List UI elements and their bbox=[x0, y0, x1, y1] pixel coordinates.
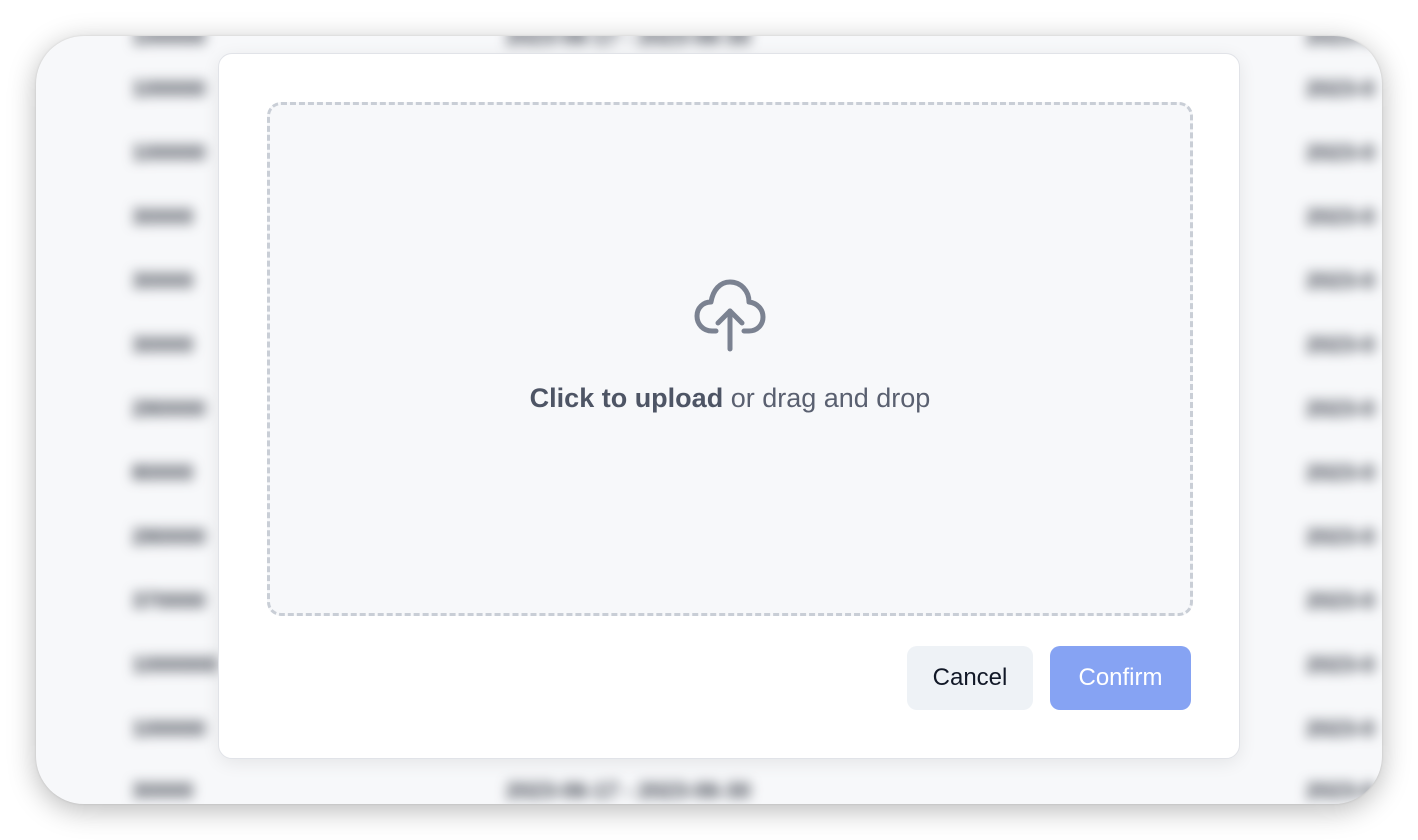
row-date: 2023-0 bbox=[1306, 204, 1375, 229]
row-date: 2023-0 bbox=[1306, 36, 1375, 49]
table-row: 30000 2023-06-17 - 2023-06-30 2023-0 bbox=[36, 778, 1382, 804]
row-date: 2023-0 bbox=[1306, 778, 1375, 803]
click-to-upload-link[interactable]: Click to upload bbox=[530, 383, 724, 413]
upload-instructions: Click to upload or drag and drop bbox=[270, 383, 1190, 414]
row-amount: 30000 bbox=[132, 332, 194, 357]
row-date: 2023-0 bbox=[1306, 268, 1375, 293]
drag-drop-text: or drag and drop bbox=[723, 383, 931, 413]
row-date-range: 2023-06-17 - 2023-06-30 bbox=[506, 36, 751, 49]
row-amount: 100000 bbox=[132, 76, 206, 101]
confirm-button[interactable]: Confirm bbox=[1050, 646, 1191, 710]
row-date: 2023-0 bbox=[1306, 460, 1375, 485]
row-date: 2023-0 bbox=[1306, 716, 1375, 741]
cloud-upload-icon bbox=[694, 279, 766, 352]
upload-dropzone[interactable]: Click to upload or drag and drop bbox=[267, 102, 1193, 616]
row-amount: 100000 bbox=[132, 716, 206, 741]
row-date-range: 2023-06-17 - 2023-06-30 bbox=[506, 778, 751, 803]
row-amount: 30000 bbox=[132, 204, 194, 229]
row-date: 2023-0 bbox=[1306, 396, 1375, 421]
row-date: 2023-0 bbox=[1306, 140, 1375, 165]
row-date: 2023-0 bbox=[1306, 76, 1375, 101]
row-amount: 100000 bbox=[132, 36, 206, 49]
row-amount: 370000 bbox=[132, 588, 206, 613]
row-amount: 280000 bbox=[132, 396, 206, 421]
cancel-button[interactable]: Cancel bbox=[907, 646, 1033, 710]
row-date: 2023-0 bbox=[1306, 332, 1375, 357]
row-date: 2023-0 bbox=[1306, 524, 1375, 549]
row-date: 2023-0 bbox=[1306, 652, 1375, 677]
row-date: 2023-0 bbox=[1306, 588, 1375, 613]
upload-dialog: Click to upload or drag and drop Cancel … bbox=[218, 53, 1240, 759]
row-amount: 100000 bbox=[132, 140, 206, 165]
row-amount: 280000 bbox=[132, 524, 206, 549]
row-amount: 30000 bbox=[132, 778, 194, 803]
row-amount: 1000000 bbox=[132, 652, 218, 677]
row-amount: 30000 bbox=[132, 268, 194, 293]
row-amount: 80000 bbox=[132, 460, 194, 485]
